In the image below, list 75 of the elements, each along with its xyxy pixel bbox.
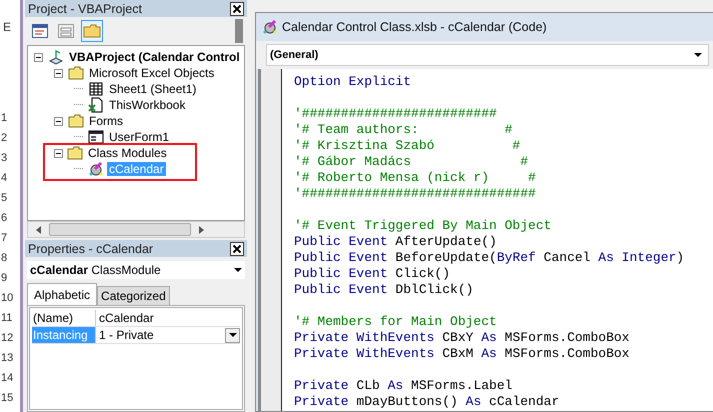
tree-item[interactable]: Class Modules xyxy=(86,146,169,160)
code-line: '############################## xyxy=(294,186,536,201)
code-line: Public Event BeforeUpdate(ByRef Cancel As Integer) xyxy=(294,250,684,265)
collapse-icon[interactable] xyxy=(34,52,43,62)
panel-title: Project - VBAProject xyxy=(28,2,142,16)
code-line: '# Krisztina Szabó # xyxy=(294,138,520,153)
row-number: 11 xyxy=(0,312,12,326)
horizontal-scrollbar[interactable] xyxy=(27,221,245,238)
property-value[interactable]: cCalendar xyxy=(96,311,240,325)
panel-title: Properties - cCalendar xyxy=(28,242,154,256)
row-number: 2 xyxy=(0,132,8,146)
collapse-icon[interactable] xyxy=(54,116,63,126)
code-line: '# Gábor Madács # xyxy=(294,154,528,169)
tree-item[interactable]: UserForm1 xyxy=(107,130,172,144)
code-line: Private WithEvents CBxY As MSForms.ComboBox xyxy=(294,330,630,345)
folder-icon xyxy=(68,65,84,81)
code-line: '######################### xyxy=(294,106,497,121)
folder-toggle-button[interactable] xyxy=(81,20,103,42)
caret-icon xyxy=(694,53,702,57)
row-number: 15 xyxy=(0,392,14,406)
row-number: 10 xyxy=(0,292,14,306)
caret-icon xyxy=(234,268,242,272)
property-name[interactable]: (Name) xyxy=(32,310,96,326)
collapse-icon[interactable] xyxy=(54,148,63,158)
code-line: Public Event AfterUpdate() xyxy=(294,234,497,249)
row-number: 6 xyxy=(0,212,8,226)
tab[interactable]: Categorized xyxy=(97,286,170,305)
code-line: Private WithEvents CBxM As MSForms.ComboBox xyxy=(294,346,630,361)
object-dropdown[interactable]: (General) xyxy=(266,44,709,66)
folder-icon xyxy=(67,145,83,161)
folder-icon xyxy=(68,113,84,129)
row-number: 1 xyxy=(0,112,8,126)
tab[interactable]: Alphabetic xyxy=(27,283,98,305)
tree-item[interactable]: Forms xyxy=(87,114,125,128)
caret-icon xyxy=(228,333,236,337)
window-title: Calendar Control Class.xlsb - cCalendar (Code) xyxy=(282,20,547,34)
row-number: 7 xyxy=(0,232,8,246)
form-icon xyxy=(88,129,104,145)
collapse-icon[interactable] xyxy=(54,68,63,78)
row-number: 4 xyxy=(0,172,8,186)
row-number: 3 xyxy=(0,152,8,166)
code-line: '# Event Triggered By Main Object xyxy=(294,218,552,233)
toolbar-scroll-handle[interactable] xyxy=(235,19,243,43)
scroll-right-icon[interactable] xyxy=(199,226,204,234)
workbook-icon xyxy=(88,97,104,113)
project-icon xyxy=(48,49,64,65)
code-line: '# Members for Main Object xyxy=(294,314,497,329)
class-module-icon xyxy=(262,19,278,35)
row-number: 13 xyxy=(0,352,14,366)
class-module-icon xyxy=(88,161,104,177)
row-number: 12 xyxy=(0,332,14,346)
row-number: 9 xyxy=(0,272,8,286)
scroll-left-icon[interactable] xyxy=(36,226,41,234)
object-dropdown[interactable]: cCalendar ClassModule xyxy=(27,261,245,279)
row-number: 8 xyxy=(0,252,8,266)
code-line: Option Explicit xyxy=(294,74,412,89)
row-number: 5 xyxy=(0,192,8,206)
tree-item[interactable]: Sheet1 (Sheet1) xyxy=(107,82,198,96)
dropdown-button[interactable] xyxy=(225,328,240,342)
sheet-icon xyxy=(88,81,104,97)
code-line: '# Roberto Mensa (nick r) # xyxy=(294,170,536,185)
tree-item[interactable]: Microsoft Excel Objects xyxy=(87,66,216,80)
column-header: E xyxy=(2,19,12,36)
code-line: Private mDayButtons() As cCalendar xyxy=(294,394,560,409)
property-value[interactable]: 1 - Private xyxy=(96,328,225,342)
code-line: '# Team authors: # xyxy=(294,122,512,137)
close-icon[interactable] xyxy=(230,242,244,256)
scroll-thumb[interactable] xyxy=(49,223,191,236)
row-number: 14 xyxy=(0,372,14,386)
tree-item[interactable]: ThisWorkbook xyxy=(107,98,188,112)
code-line: Private CLb As MSForms.Label xyxy=(294,378,512,393)
code-line: Public Event Click() xyxy=(294,266,450,281)
close-icon[interactable] xyxy=(230,2,244,16)
tree-item[interactable]: VBAProject (Calendar Control xyxy=(67,50,242,64)
code-line: Public Event DblClick() xyxy=(294,282,474,297)
